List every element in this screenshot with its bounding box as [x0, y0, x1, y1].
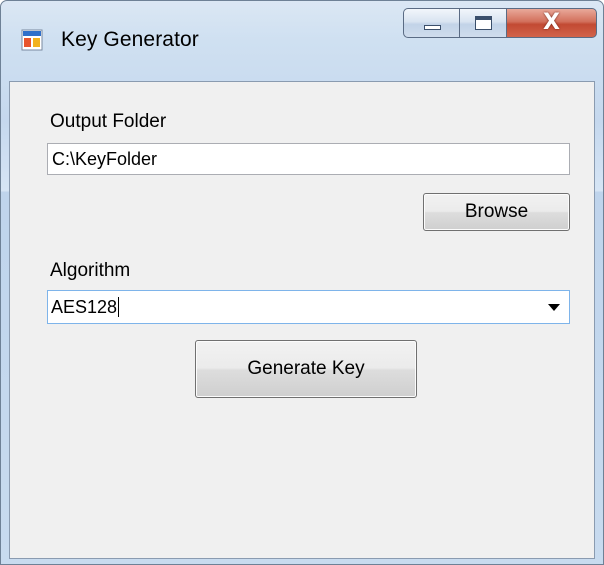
- generate-key-button[interactable]: Generate Key: [195, 340, 417, 398]
- algorithm-label: Algorithm: [50, 260, 131, 281]
- maximize-icon: [475, 16, 492, 30]
- output-folder-input[interactable]: [47, 143, 570, 175]
- window-title: Key Generator: [61, 28, 199, 51]
- algorithm-value[interactable]: AES128: [51, 297, 120, 318]
- minimize-icon: [424, 25, 441, 30]
- form-client-area: Output Folder Browse Algorithm AES128 Ge…: [9, 81, 595, 559]
- close-button[interactable]: X: [507, 8, 597, 38]
- key-generator-window: Key Generator X Output Folder Browse Alg…: [0, 0, 604, 565]
- title-bar[interactable]: Key Generator X: [1, 1, 603, 81]
- maximize-button[interactable]: [459, 8, 507, 38]
- output-folder-label: Output Folder: [50, 111, 167, 132]
- text-caret: [118, 297, 120, 317]
- caption-buttons: X: [403, 8, 597, 38]
- close-icon: X: [543, 10, 560, 35]
- algorithm-dropdown[interactable]: AES128: [47, 290, 570, 324]
- algorithm-value-text: AES128: [51, 297, 118, 317]
- minimize-button[interactable]: [403, 8, 459, 38]
- chevron-down-icon[interactable]: [539, 291, 569, 323]
- app-window-icon: [21, 29, 43, 51]
- browse-button[interactable]: Browse: [423, 193, 570, 231]
